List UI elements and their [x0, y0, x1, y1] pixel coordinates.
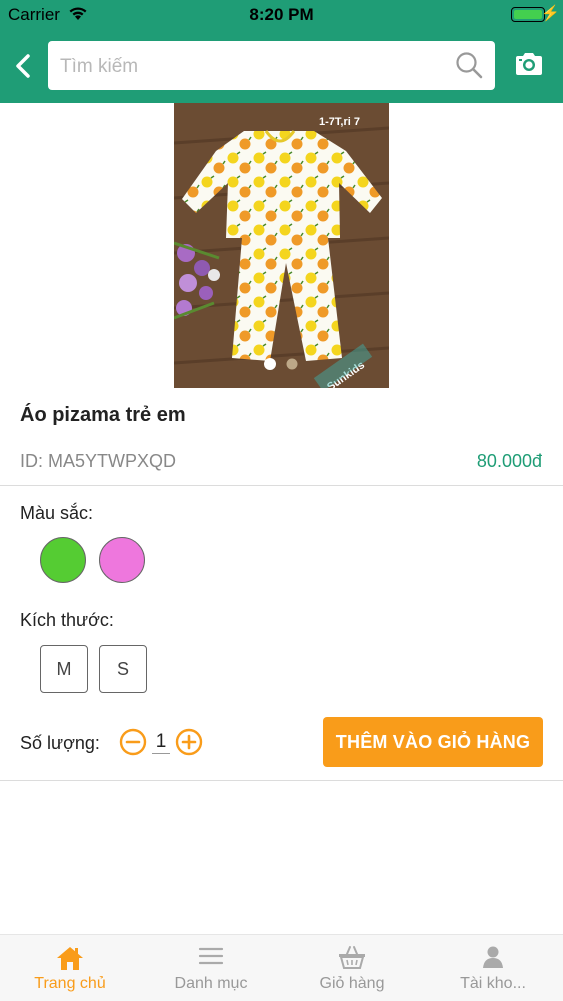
- size-tag-text: 1-7T,ri 7: [319, 116, 360, 128]
- menu-icon: [198, 947, 224, 965]
- tab-bar: Trang chủ Danh mục Giỏ hàng Tài kho...: [0, 934, 563, 1001]
- add-to-cart-button[interactable]: THÊM VÀO GIỎ HÀNG: [323, 717, 543, 767]
- tab-home-label: Trang chủ: [34, 975, 106, 992]
- color-label: Màu sắc:: [20, 503, 94, 523]
- product-title: Áo pizama trẻ em: [20, 404, 186, 426]
- home-icon: [57, 947, 83, 970]
- clock: 8:20 PM: [249, 5, 314, 24]
- tab-cart[interactable]: Giỏ hàng: [282, 935, 422, 1001]
- quantity-input[interactable]: 1: [152, 731, 170, 754]
- search-input[interactable]: [58, 41, 442, 92]
- divider: [0, 485, 563, 486]
- tab-categories-label: Danh mục: [174, 975, 248, 992]
- battery-icon: [511, 7, 545, 22]
- tab-cart-label: Giỏ hàng: [319, 975, 385, 992]
- status-bar: Carrier 8:20 PM ⚡: [0, 0, 563, 30]
- search-box[interactable]: [48, 41, 495, 92]
- search-icon[interactable]: [455, 51, 483, 79]
- product-photo: 1-7T,ri 7 Sunkids: [173, 103, 390, 393]
- tab-account-label: Tài kho...: [460, 975, 526, 992]
- divider: [0, 780, 563, 781]
- product-image-carousel[interactable]: 1-7T,ri 7 Sunkids: [173, 103, 390, 393]
- user-icon: [483, 946, 503, 968]
- charging-icon: ⚡: [541, 5, 560, 22]
- tab-home[interactable]: Trang chủ: [0, 935, 140, 1001]
- back-chevron-icon[interactable]: [10, 48, 38, 84]
- product-id: ID: MA5YTWPXQD: [20, 451, 177, 471]
- camera-icon[interactable]: [514, 52, 544, 76]
- minus-circle-icon[interactable]: [119, 728, 147, 756]
- color-swatch-pink[interactable]: [99, 537, 145, 583]
- quantity-label: Số lượng:: [20, 733, 100, 753]
- carousel-dot[interactable]: [286, 358, 298, 370]
- tab-account[interactable]: Tài kho...: [423, 935, 563, 1001]
- header-bar: [0, 30, 563, 103]
- tab-categories[interactable]: Danh mục: [141, 935, 281, 1001]
- basket-icon: [339, 946, 365, 969]
- product-price: 80.000đ: [476, 451, 542, 471]
- size-option-s[interactable]: S: [99, 645, 147, 693]
- size-option-m[interactable]: M: [40, 645, 88, 693]
- size-label: Kích thước:: [20, 610, 114, 630]
- color-swatch-green[interactable]: [40, 537, 86, 583]
- plus-circle-icon[interactable]: [175, 728, 203, 756]
- carousel-dot-active[interactable]: [264, 358, 276, 370]
